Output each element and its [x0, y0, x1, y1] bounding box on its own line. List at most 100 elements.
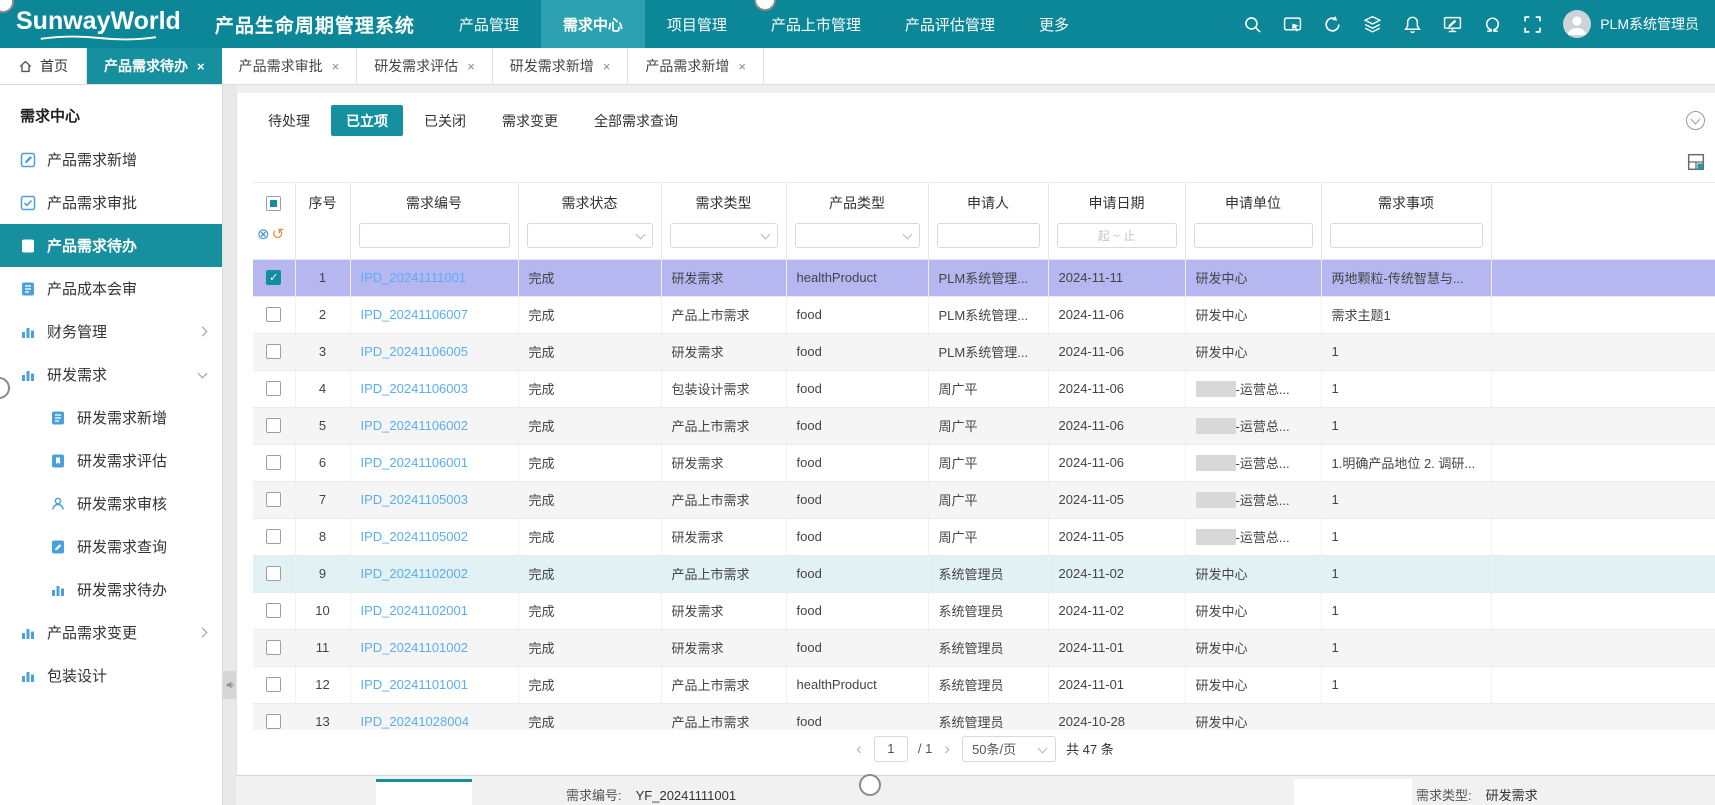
- table-row[interactable]: 11IPD_20241101002完成研发需求food系统管理员2024-11-…: [253, 629, 1715, 666]
- requirement-id-link[interactable]: IPD_20241028004: [361, 714, 469, 729]
- requirement-id-link[interactable]: IPD_20241106003: [361, 381, 468, 396]
- tab-研发需求评估[interactable]: 研发需求评估×: [357, 48, 493, 84]
- row-checkbox[interactable]: [266, 307, 281, 322]
- table-row[interactable]: 5IPD_20241106002完成产品上市需求food周广平2024-11-0…: [253, 407, 1715, 444]
- sidebar-item-财务管理[interactable]: 财务管理: [0, 310, 222, 353]
- requirement-id-link[interactable]: IPD_20241106002: [361, 418, 468, 433]
- table-row[interactable]: 12IPD_20241101001完成产品上市需求healthProduct系统…: [253, 666, 1715, 703]
- close-icon[interactable]: ×: [332, 59, 340, 74]
- filter-input-申请人[interactable]: [937, 223, 1040, 248]
- layers-icon[interactable]: [1363, 15, 1382, 34]
- user-menu[interactable]: PLM系统管理员: [1563, 10, 1699, 38]
- row-checkbox[interactable]: [266, 418, 281, 433]
- filter-date-range[interactable]: 起 ~ 止: [1057, 223, 1177, 248]
- nav-item-产品评估管理[interactable]: 产品评估管理: [883, 0, 1017, 48]
- close-icon[interactable]: ×: [467, 59, 475, 74]
- tab-产品需求待办[interactable]: 产品需求待办×: [87, 48, 222, 84]
- row-checkbox[interactable]: [266, 455, 281, 470]
- sidebar-item-产品需求审批[interactable]: 产品需求审批: [0, 181, 222, 224]
- table-row[interactable]: 6IPD_20241106001完成研发需求food周广平2024-11-06-…: [253, 444, 1715, 481]
- row-checkbox[interactable]: [266, 566, 281, 581]
- row-checkbox[interactable]: [266, 677, 281, 692]
- nav-item-更多[interactable]: 更多: [1017, 0, 1091, 48]
- omega-icon[interactable]: [1483, 15, 1502, 34]
- requirement-id-link[interactable]: IPD_20241111001: [361, 270, 467, 285]
- status-tab-已关闭[interactable]: 已关闭: [409, 105, 481, 136]
- status-tab-待处理[interactable]: 待处理: [253, 105, 325, 136]
- row-checkbox[interactable]: [266, 603, 281, 618]
- sidebar-item-研发需求[interactable]: 研发需求: [0, 353, 222, 396]
- sidebar-item-产品需求待办[interactable]: 产品需求待办: [0, 224, 222, 267]
- table-row[interactable]: 8IPD_20241105002完成研发需求food周广平2024-11-05-…: [253, 518, 1715, 555]
- sidebar-item-研发需求查询[interactable]: 研发需求查询: [0, 525, 222, 568]
- sidebar-item-研发需求评估[interactable]: 研发需求评估: [0, 439, 222, 482]
- tab-产品需求新增[interactable]: 产品需求新增×: [628, 48, 764, 84]
- requirement-id-link[interactable]: IPD_20241106001: [361, 455, 468, 470]
- form-select-icon[interactable]: [1283, 15, 1302, 34]
- close-icon[interactable]: ×: [603, 59, 611, 74]
- search-icon[interactable]: [1243, 15, 1262, 34]
- sidebar-item-产品需求新增[interactable]: 产品需求新增: [0, 138, 222, 181]
- sidebar-item-研发需求待办[interactable]: 研发需求待办: [0, 568, 222, 611]
- screen-edit-icon[interactable]: [1443, 15, 1462, 34]
- status-tab-需求变更[interactable]: 需求变更: [487, 105, 573, 136]
- filter-input-需求编号[interactable]: [359, 223, 510, 248]
- sidebar-item-研发需求审核[interactable]: 研发需求审核: [0, 482, 222, 525]
- table-settings-icon[interactable]: [1687, 153, 1705, 171]
- filter-select-产品类型[interactable]: [795, 223, 920, 248]
- table-row[interactable]: ✓1IPD_20241111001完成研发需求healthProductPLM系…: [253, 259, 1715, 296]
- nav-item-产品管理[interactable]: 产品管理: [437, 0, 541, 48]
- sidebar-item-包装设计[interactable]: 包装设计: [0, 654, 222, 697]
- filter-select-需求状态[interactable]: [527, 223, 653, 248]
- collapse-panel-icon[interactable]: [1686, 111, 1705, 130]
- requirement-id-link[interactable]: IPD_20241102001: [361, 603, 468, 618]
- requirement-id-link[interactable]: IPD_20241106007: [361, 307, 468, 322]
- requirement-id-link[interactable]: IPD_20241105002: [361, 529, 468, 544]
- refresh-icon[interactable]: [1323, 15, 1342, 34]
- row-checkbox[interactable]: [266, 492, 281, 507]
- filter-input-需求事项[interactable]: [1330, 223, 1483, 248]
- requirement-id-link[interactable]: IPD_20241101002: [361, 640, 468, 655]
- row-checkbox[interactable]: [266, 714, 281, 729]
- requirement-id-link[interactable]: IPD_20241101001: [361, 677, 468, 692]
- table-row[interactable]: 13IPD_20241028004完成产品上市需求food系统管理员2024-1…: [253, 703, 1715, 730]
- row-checkbox[interactable]: [266, 640, 281, 655]
- nav-item-需求中心[interactable]: 需求中心: [541, 0, 645, 48]
- table-row[interactable]: 10IPD_20241102001完成研发需求food系统管理员2024-11-…: [253, 592, 1715, 629]
- table-row[interactable]: 4IPD_20241106003完成包装设计需求food周广平2024-11-0…: [253, 370, 1715, 407]
- fullscreen-icon[interactable]: [1523, 15, 1542, 34]
- page-size-select[interactable]: 50条/页: [962, 736, 1056, 762]
- tab-研发需求新增[interactable]: 研发需求新增×: [493, 48, 629, 84]
- bell-icon[interactable]: [1403, 15, 1422, 34]
- row-checkbox[interactable]: [266, 529, 281, 544]
- status-tab-全部需求查询[interactable]: 全部需求查询: [579, 105, 693, 136]
- requirement-id-link[interactable]: IPD_20241102002: [361, 566, 468, 581]
- table-row[interactable]: 3IPD_20241106005完成研发需求foodPLM系统管理...2024…: [253, 333, 1715, 370]
- sidebar-collapse-button[interactable]: [223, 671, 236, 699]
- row-checkbox[interactable]: [266, 344, 281, 359]
- select-all-checkbox[interactable]: [266, 196, 281, 211]
- table-row[interactable]: 7IPD_20241105003完成产品上市需求food周广平2024-11-0…: [253, 481, 1715, 518]
- reset-filter-icon[interactable]: ↺: [272, 226, 285, 243]
- clear-selection-icon[interactable]: ⊗: [257, 226, 270, 243]
- table-row[interactable]: 2IPD_20241106007完成产品上市需求foodPLM系统管理...20…: [253, 296, 1715, 333]
- sidebar-item-研发需求新增[interactable]: 研发需求新增: [0, 396, 222, 439]
- requirement-id-link[interactable]: IPD_20241106005: [361, 344, 468, 359]
- filter-input-申请单位[interactable]: [1194, 223, 1313, 248]
- row-checkbox[interactable]: [266, 381, 281, 396]
- row-checkbox[interactable]: ✓: [266, 270, 281, 285]
- sidebar-splitter[interactable]: [222, 85, 236, 805]
- filter-select-需求类型[interactable]: [670, 223, 778, 248]
- table-row[interactable]: 9IPD_20241102002完成产品上市需求food系统管理员2024-11…: [253, 555, 1715, 592]
- prev-page-button[interactable]: ‹: [854, 739, 864, 759]
- nav-item-项目管理[interactable]: 项目管理: [645, 0, 749, 48]
- sidebar-item-产品成本会审[interactable]: 产品成本会审: [0, 267, 222, 310]
- tab-home[interactable]: 首页: [0, 48, 86, 84]
- requirement-id-link[interactable]: IPD_20241105003: [361, 492, 468, 507]
- close-icon[interactable]: ×: [738, 59, 746, 74]
- page-number-input[interactable]: 1: [874, 736, 908, 762]
- next-page-button[interactable]: ›: [942, 739, 952, 759]
- sidebar-item-产品需求变更[interactable]: 产品需求变更: [0, 611, 222, 654]
- tab-产品需求审批[interactable]: 产品需求审批×: [222, 48, 358, 84]
- status-tab-已立项[interactable]: 已立项: [331, 105, 403, 136]
